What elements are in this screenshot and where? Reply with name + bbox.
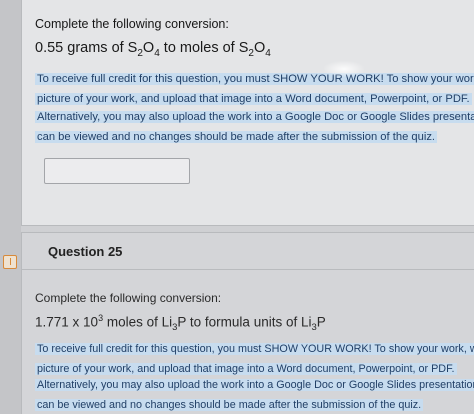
equation-text: O [142,40,155,56]
question-24-answer-input[interactable] [44,158,190,184]
alternative-line: can be viewed and no changes should be m… [35,131,438,143]
question-25-alternative: Alternatively, you may also upload the w… [35,375,474,414]
instructions-line: picture of your work, and upload that im… [35,363,457,375]
question-24-instructions: To receive full credit for this question… [35,69,474,109]
instructions-line: To receive full credit for this question… [35,73,474,85]
equation-text: to moles of S [159,40,249,56]
equation-text: O [253,40,266,56]
instructions-line: picture of your work, and upload that im… [35,93,472,105]
alternative-line: Alternatively, you may also upload the w… [35,379,474,391]
question-24-card: Complete the following conversion: 0.55 … [21,0,474,226]
question-25-title: Question 25 [48,243,123,259]
equation-text: P to formula units of Li [177,314,312,330]
alternative-line: can be viewed and no changes should be m… [35,399,424,411]
quiz-screen: Complete the following conversion: 0.55 … [0,0,474,414]
equation-text: 0.55 grams of S [35,40,138,56]
equation-text: moles of Li [103,314,173,330]
alternative-line: Alternatively, you may also upload the w… [35,111,474,123]
header-divider [22,269,474,270]
question-25-card: Question 25 Complete the following conve… [21,232,474,414]
equation-subscript: 4 [265,47,271,59]
flag-icon[interactable] [3,255,17,269]
question-24-alternative: Alternatively, you may also upload the w… [35,107,474,147]
equation-text: 1.771 x 10 [35,314,99,330]
instructions-line: To receive full credit for this question… [35,343,474,355]
question-25-equation: 1.771 x 103 moles of Li3P to formula uni… [35,313,326,333]
question-25-prompt: Complete the following conversion: [35,291,222,305]
question-24-equation: 0.55 grams of S2O4 to moles of S2O4 [35,40,271,59]
left-gutter [0,0,21,414]
question-24-prompt: Complete the following conversion: [35,17,229,31]
question-25-header: Question 25 [22,233,474,269]
equation-text: P [316,314,326,330]
question-25-instructions: To receive full credit for this question… [35,339,474,379]
